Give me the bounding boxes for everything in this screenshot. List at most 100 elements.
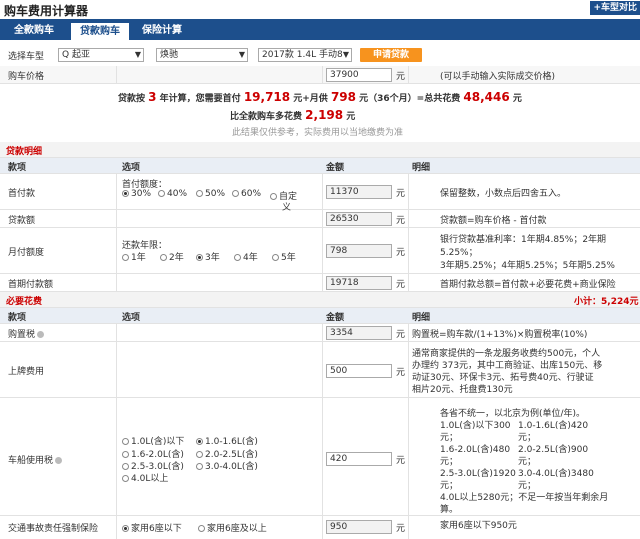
loan-section-title: 贷款明细 <box>6 147 43 157</box>
unit-yuan: 元 <box>396 189 406 199</box>
purchase-tax-input[interactable]: 3354 <box>326 326 392 340</box>
vehicle-tax-label: 车船使用税 <box>8 453 63 466</box>
purchase-tax-label: 购置税 <box>8 327 45 340</box>
vtax-opt-1[interactable]: 1.0L(含)以下 <box>122 434 184 447</box>
apply-loan-button[interactable]: 申请贷款 <box>360 48 422 62</box>
loan-amount-detail: 贷款额=购车价格 - 首付款 <box>440 216 547 226</box>
subtotal-label: 小计： <box>574 297 602 307</box>
extra-cost-value: 2,198 <box>305 108 344 122</box>
option-label: 2年 <box>169 253 184 263</box>
down-ratio-60[interactable]: 60% <box>232 189 261 199</box>
radio-icon <box>196 438 203 445</box>
price-row: 购车价格 37900 元 (可以手动输入实际成交价格) <box>0 66 640 84</box>
table-row-down-payment: 首付款 首付额度： 30% 40% 50% 60% 自定 义 11370 元 保… <box>0 174 640 213</box>
brand-select-value: Q 起亚 <box>62 50 90 60</box>
option-label: 50% <box>205 189 226 199</box>
info-icon[interactable] <box>37 331 45 338</box>
required-section-header: 必要花费 小计：5,224元 <box>0 292 640 308</box>
monthly-detail-line: 银行贷款基准利率：1年期4.85%；2年期 <box>440 235 607 245</box>
model-select-value: 2017款 1.4L 手动8 <box>262 50 343 60</box>
brand-select[interactable]: Q 起亚 ▼ <box>58 48 144 62</box>
plate-fee-input[interactable]: 500 <box>326 364 392 378</box>
first-payment-label: 首期付款额 <box>8 280 54 290</box>
page-title: 购车费用计算器 <box>4 4 89 18</box>
loan-amount-label: 贷款额 <box>8 216 36 226</box>
vtax-detail-line: 4.0L以上5280元；不足一年按当年剩余月 <box>440 493 609 503</box>
price-input[interactable]: 37900 <box>326 68 392 82</box>
option-label: 1.0L(含)以下 <box>131 437 185 447</box>
down-ratio-50[interactable]: 50% <box>196 189 225 199</box>
option-label: 1年 <box>131 253 146 263</box>
loan-term-4[interactable]: 4年 <box>234 250 258 263</box>
loan-years-value: 3 <box>148 90 157 104</box>
subtotal-value: 5,224元 <box>601 297 639 307</box>
price-hint: (可以手动输入实际成交价格) <box>440 72 556 82</box>
purchase-tax-detail: 购置税=购车款/(1+13%)×购置税率(10%) <box>412 330 588 340</box>
required-section-title: 必要花费 <box>6 297 43 307</box>
option-label: 家用6座以下 <box>131 524 182 534</box>
loan-term-1[interactable]: 1年 <box>122 250 146 263</box>
option-label: 40% <box>167 189 188 199</box>
radio-icon <box>196 463 203 470</box>
radio-icon <box>122 438 129 445</box>
monthly-input[interactable]: 798 <box>326 244 392 258</box>
tab-full-payment[interactable]: 全款购车 <box>6 22 62 40</box>
down-payment-value: 19,718 <box>243 90 291 104</box>
radio-icon <box>196 190 203 197</box>
vtax-opt-7[interactable]: 4.0L以上 <box>122 471 168 484</box>
table-row-purchase-tax: 购置税 3354 元 购置税=购车款/(1+13%)×购置税率(10%) <box>0 324 640 342</box>
loan-section-header: 贷款明细 <box>0 142 640 158</box>
vtax-opt-2[interactable]: 1.0-1.6L(含) <box>196 434 258 447</box>
unit-yuan: 元 <box>396 248 406 258</box>
col-amount: 金额 <box>326 313 345 323</box>
insure-opt-1[interactable]: 家用6座以下 <box>122 521 182 534</box>
compare-button[interactable]: +车型对比 <box>590 1 640 15</box>
down-ratio-40[interactable]: 40% <box>158 189 187 199</box>
table-row-compulsory-insurance: 交通事故责任强制保险 家用6座以下 家用6座及以上 950 元 家用6座以下95… <box>0 516 640 539</box>
down-payment-input[interactable]: 11370 <box>326 185 392 199</box>
series-select[interactable]: 焕驰 ▼ <box>156 48 248 62</box>
col-detail: 明细 <box>412 313 431 323</box>
col-detail: 明细 <box>412 163 431 173</box>
monthly-detail-line: 5.25%； <box>440 248 478 258</box>
first-payment-input[interactable]: 19718 <box>326 276 392 290</box>
insure-opt-2[interactable]: 家用6座及以上 <box>198 521 267 534</box>
option-label: 60% <box>241 189 262 199</box>
summary-text: 年计算，您需要首付 <box>159 94 241 104</box>
unit-yuan: 元 <box>396 456 406 466</box>
loan-amount-input[interactable]: 26530 <box>326 212 392 226</box>
down-payment-detail: 保留整数，小数点后四舍五入。 <box>440 189 567 199</box>
radio-icon <box>122 525 129 532</box>
radio-icon <box>122 451 129 458</box>
table-row-monthly: 月付额度 还款年限： 1年 2年 3年 4年 5年 798 元 银行贷款基准利率… <box>0 228 640 274</box>
vehicle-tax-input[interactable]: 420 <box>326 452 392 466</box>
total-cost-value: 48,446 <box>463 90 510 104</box>
series-select-value: 焕驰 <box>160 50 179 60</box>
option-label: 3.0-4.0L(含) <box>205 462 258 472</box>
down-ratio-30[interactable]: 30% <box>122 189 151 199</box>
unit-yuan: 元 <box>396 216 406 226</box>
insurance-input[interactable]: 950 <box>326 520 392 534</box>
loan-term-2[interactable]: 2年 <box>160 250 184 263</box>
radio-icon <box>234 254 241 261</box>
model-select[interactable]: 2017款 1.4L 手动8 ▼ <box>258 48 352 62</box>
vehicle-tax-text: 车船使用税 <box>8 456 54 466</box>
extra-cost-summary: 比全款购车多花费 2,198 元 <box>230 108 355 122</box>
loan-term-5[interactable]: 5年 <box>272 250 296 263</box>
option-label: 家用6座及以上 <box>207 524 267 534</box>
insurance-detail: 家用6座以下950元 <box>440 521 517 531</box>
tab-insurance-calc[interactable]: 保险计算 <box>134 22 190 40</box>
loan-term-3[interactable]: 3年 <box>196 250 220 263</box>
radio-icon <box>122 463 129 470</box>
tab-bar: 全款购车 贷款购车 保险计算 <box>0 20 640 40</box>
monthly-detail-line: 3年期5.25%；4年期5.25%；5年期5.25% <box>440 261 615 271</box>
tab-loan-purchase[interactable]: 贷款购车 <box>70 22 130 40</box>
vtax-opt-6[interactable]: 3.0-4.0L(含) <box>196 459 258 472</box>
monthly-label: 月付额度 <box>8 248 45 258</box>
option-label: 4.0L以上 <box>131 474 169 484</box>
option-label: 30% <box>131 189 152 199</box>
car-selector-row: 选择车型 Q 起亚 ▼ 焕驰 ▼ 2017款 1.4L 手动8 ▼ 申请贷款 <box>0 45 640 65</box>
required-table-header: 款项 选项 金额 明细 <box>0 308 640 324</box>
loan-table-header: 款项 选项 金额 明细 <box>0 158 640 174</box>
info-icon[interactable] <box>55 457 63 464</box>
